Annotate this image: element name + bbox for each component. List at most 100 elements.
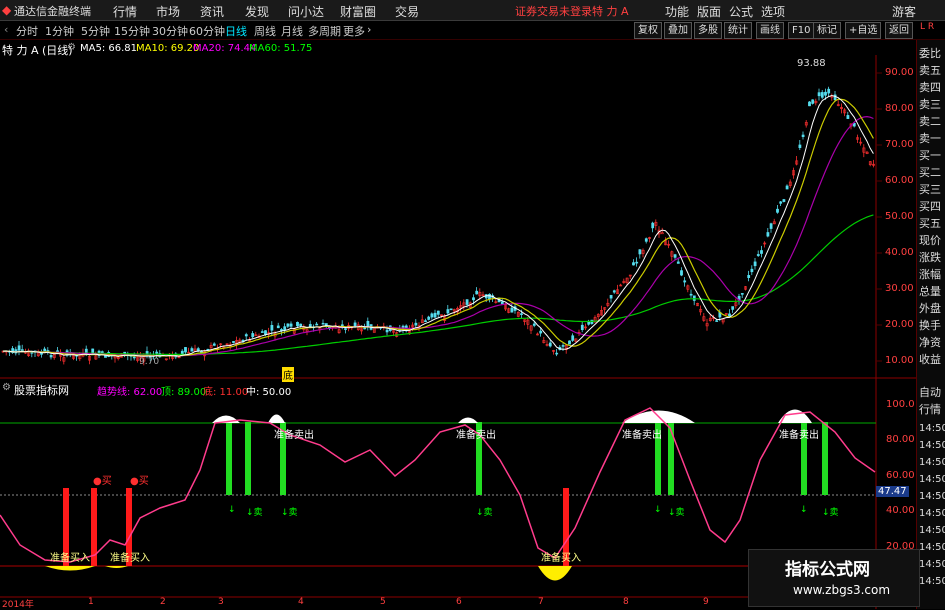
candle-body <box>824 91 827 96</box>
candle-body <box>190 348 194 352</box>
quote-label: 净资 <box>919 336 941 349</box>
candle-body <box>715 320 719 322</box>
menu-item-banmian[interactable]: 版面 <box>697 3 721 20</box>
x-label: 6 <box>456 597 462 607</box>
current-stock: 特 力 A <box>592 5 629 18</box>
tf-multi[interactable]: 多周期 <box>308 23 341 39</box>
indicator-settings-icon[interactable]: ⚙ <box>2 382 11 393</box>
candle-body <box>264 330 267 335</box>
candle-body <box>180 350 184 354</box>
candle-body <box>612 290 616 293</box>
tool-fanhui[interactable]: 返回 <box>885 22 913 39</box>
quote-label: 外盘 <box>919 302 941 315</box>
price-label: 20.00 <box>885 319 914 330</box>
tool-huaxian[interactable]: 画线 <box>756 22 784 39</box>
quote-label: 总量 <box>919 285 941 298</box>
candle-body <box>756 254 760 256</box>
candle-body <box>232 341 235 343</box>
quote-label[interactable]: 行情 <box>919 401 941 417</box>
watermark-url: www.zbgs3.com <box>793 583 891 597</box>
tf-1min[interactable]: 1分钟 <box>45 23 74 39</box>
menu-item-gongshi[interactable]: 公式 <box>729 3 753 20</box>
menu-item-shichang[interactable]: 市场 <box>156 3 180 20</box>
tool-biaoji[interactable]: 标记 <box>813 22 841 39</box>
high-price-label: 93.88 <box>797 58 826 69</box>
tool-duogu[interactable]: 多股 <box>694 22 722 39</box>
collapse-icon[interactable]: ‹ <box>4 23 8 36</box>
quote-label: 涨幅 <box>919 268 941 281</box>
sell-signal: ↓卖 <box>476 508 493 518</box>
candle-body <box>689 293 693 296</box>
candle-body <box>315 323 319 326</box>
sell-arrow-icon: ↓ <box>228 505 236 515</box>
candle-body <box>638 249 642 255</box>
tool-f10[interactable]: F10 <box>788 22 815 39</box>
candle-body <box>811 99 815 104</box>
login-notice[interactable]: 证券交易未登录 <box>515 3 592 19</box>
candle-body <box>276 325 280 329</box>
menu-item-gongneng[interactable]: 功能 <box>665 3 689 20</box>
tf-15min[interactable]: 15分钟 <box>114 23 150 39</box>
tf-5min[interactable]: 5分钟 <box>81 23 110 39</box>
x-label: 1 <box>88 597 94 607</box>
candle-body <box>827 88 831 94</box>
tool-tongji[interactable]: 统计 <box>724 22 752 39</box>
buy-ready-label: 准备买入 <box>110 553 150 564</box>
tool-diejia[interactable]: 叠加 <box>664 22 692 39</box>
sell-bar <box>245 422 251 495</box>
panel-toggle-icon[interactable]: L R <box>920 22 934 32</box>
quote-label[interactable]: 自动 <box>919 384 941 400</box>
price-label: 60.00 <box>885 175 914 186</box>
candle-body <box>760 250 763 254</box>
sell-bar <box>226 422 232 495</box>
menu-item-xuanxiang[interactable]: 选项 <box>761 3 785 20</box>
candle-body <box>296 321 299 327</box>
tf-more[interactable]: 更多 <box>343 23 365 39</box>
tool-fuquan[interactable]: 复权 <box>634 22 662 39</box>
menu-item-jiaoyi[interactable]: 交易 <box>395 3 419 20</box>
tf-daily[interactable]: 日线 <box>225 23 247 39</box>
low-price-label: 9.70 <box>139 357 160 367</box>
bottom-marker: 底 <box>282 367 294 382</box>
price-label: 40.00 <box>885 247 914 258</box>
bottom-param: 底: 11.00 <box>203 387 249 398</box>
guest-label[interactable]: 游客 <box>892 3 916 20</box>
watermark: 指标公式网 www.zbgs3.com <box>748 549 920 607</box>
x-label: 2 <box>160 597 166 607</box>
chevron-right-icon[interactable]: › <box>367 23 371 36</box>
candle-body <box>769 223 773 229</box>
candle-body <box>635 261 639 264</box>
candle-body <box>446 309 450 314</box>
top-zone <box>268 414 285 423</box>
app-logo-icon: ◆ <box>2 3 12 17</box>
candle-body <box>683 280 687 283</box>
candle-body <box>753 261 757 267</box>
candle-body <box>740 293 744 295</box>
tf-monthly[interactable]: 月线 <box>281 23 303 39</box>
candle-body <box>20 349 24 351</box>
chart-canvas[interactable] <box>0 40 916 609</box>
quote-label: 买四 <box>919 200 941 213</box>
menu-item-faxian[interactable]: 发现 <box>245 3 269 20</box>
menu-item-wenxiaoda[interactable]: 问小达 <box>288 3 324 20</box>
sell-bar <box>822 422 828 495</box>
tf-60min[interactable]: 60分钟 <box>189 23 225 39</box>
tf-fenshi[interactable]: 分时 <box>16 23 38 39</box>
menu-item-zixun[interactable]: 资讯 <box>200 3 224 20</box>
tf-30min[interactable]: 30分钟 <box>152 23 188 39</box>
candle-body <box>270 325 274 331</box>
tf-weekly[interactable]: 周线 <box>254 23 276 39</box>
sell-ready-label: 准备卖出 <box>274 430 314 441</box>
candle-body <box>532 323 536 326</box>
tick-time: 14:50 <box>919 491 945 502</box>
quote-label: 涨跌 <box>919 251 941 264</box>
candle-body <box>286 323 290 327</box>
tool-zixuan[interactable]: +自选 <box>845 22 882 39</box>
candle-body <box>846 115 850 119</box>
menu-item-hangqing[interactable]: 行情 <box>113 3 137 20</box>
menu-item-caifuquan[interactable]: 财富圈 <box>340 3 376 20</box>
candle-body <box>385 329 389 333</box>
candle-body <box>673 254 677 258</box>
tick-time: 14:50 <box>919 559 945 570</box>
candle-body <box>548 342 552 347</box>
